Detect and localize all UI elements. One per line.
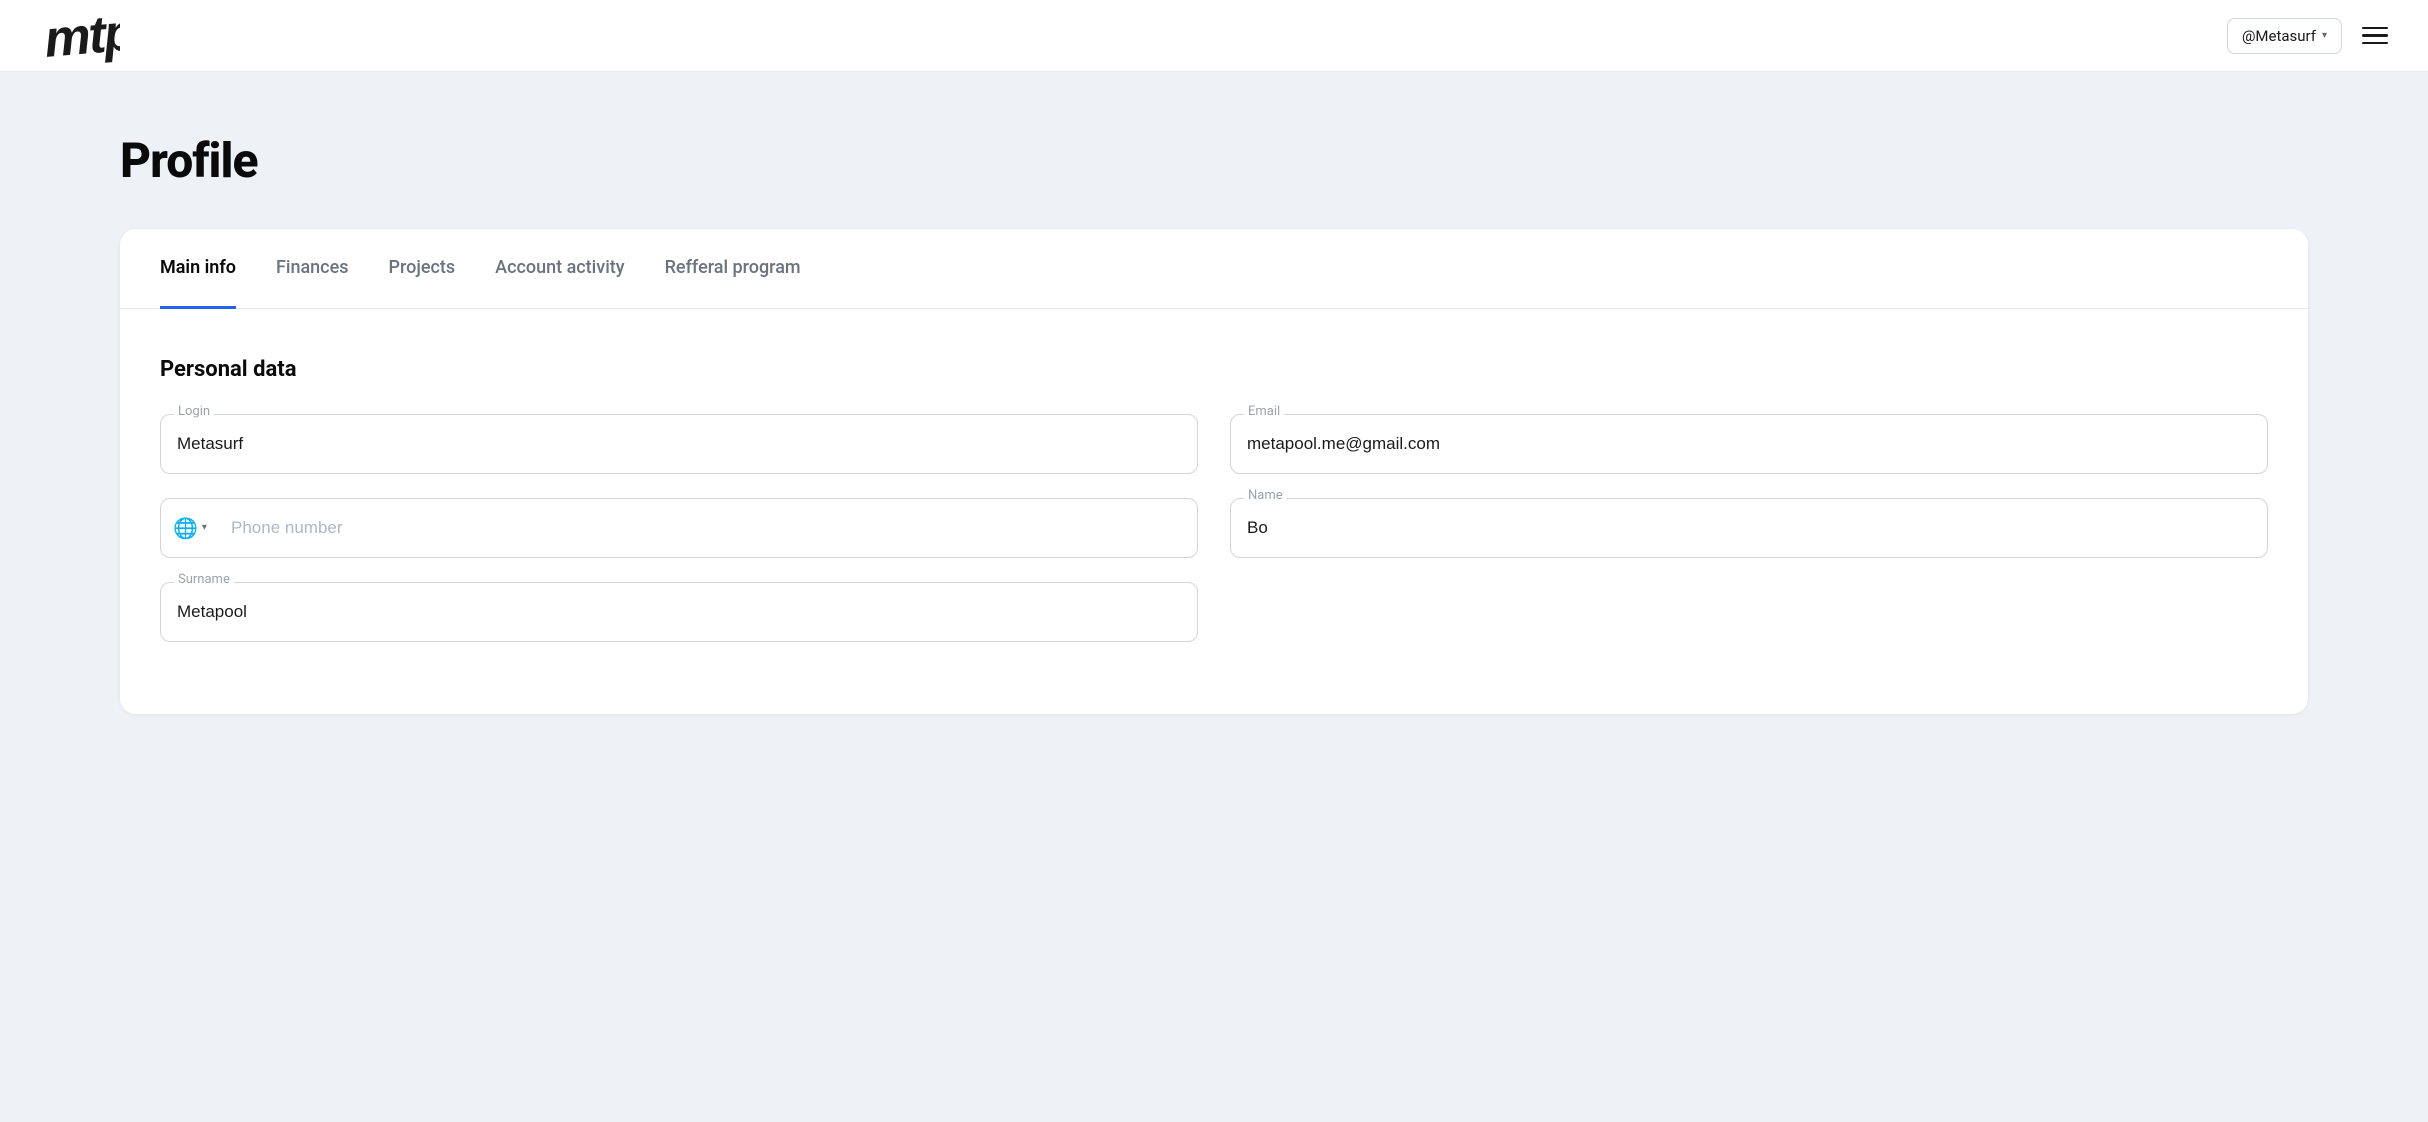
login-input[interactable] <box>160 414 1198 474</box>
tab-main-info[interactable]: Main info <box>160 229 236 309</box>
dropdown-arrow-icon: ▾ <box>2322 30 2327 41</box>
hamburger-line-3 <box>2362 42 2388 45</box>
surname-input[interactable] <box>160 582 1198 642</box>
page-title: Profile <box>120 132 2308 189</box>
header: mtp @Metasurf ▾ <box>0 0 2428 72</box>
tab-finances[interactable]: Finances <box>276 229 349 309</box>
form-row-surname: Surname <box>160 582 2268 642</box>
tab-account-activity[interactable]: Account activity <box>495 229 624 309</box>
hamburger-line-2 <box>2362 34 2388 37</box>
svg-text:mtp: mtp <box>42 3 120 68</box>
user-dropdown[interactable]: @Metasurf ▾ <box>2227 18 2342 54</box>
tab-referral-program[interactable]: Refferal program <box>665 229 801 309</box>
email-field: Email <box>1230 414 2268 474</box>
email-input[interactable] <box>1230 414 2268 474</box>
tabs-nav: Main info Finances Projects Account acti… <box>120 229 2308 309</box>
name-field: Name <box>1230 498 2268 558</box>
card-content: Personal data Login Email 🌐 <box>120 309 2308 714</box>
prefix-dropdown-arrow-icon: ▾ <box>202 522 207 533</box>
logo-text: mtp <box>40 0 120 74</box>
name-input[interactable] <box>1230 498 2268 558</box>
form-row-login-email: Login Email <box>160 414 2268 474</box>
empty-field <box>1230 582 2268 642</box>
tab-projects[interactable]: Projects <box>388 229 455 309</box>
username-label: @Metasurf <box>2242 27 2316 45</box>
profile-card: Main info Finances Projects Account acti… <box>120 229 2308 714</box>
section-title-personal-data: Personal data <box>160 357 2268 382</box>
header-right: @Metasurf ▾ <box>2227 18 2388 54</box>
login-field: Login <box>160 414 1198 474</box>
logo: mtp <box>40 0 120 74</box>
phone-prefix-selector[interactable]: 🌐 ▾ <box>161 516 231 540</box>
hamburger-menu[interactable] <box>2362 27 2388 45</box>
surname-label: Surname <box>174 572 234 587</box>
main-content: Profile Main info Finances Projects Acco… <box>0 72 2428 774</box>
login-label: Login <box>174 404 214 419</box>
hamburger-line-1 <box>2362 27 2388 30</box>
email-label: Email <box>1244 404 1284 419</box>
globe-icon: 🌐 <box>173 516 198 540</box>
name-label: Name <box>1244 488 1287 503</box>
surname-field: Surname <box>160 582 1198 642</box>
phone-input-container: 🌐 ▾ <box>160 498 1198 558</box>
form-row-phone-name: 🌐 ▾ Name <box>160 498 2268 558</box>
phone-field-wrapper: 🌐 ▾ <box>160 498 1198 558</box>
logo-icon: mtp <box>40 0 120 68</box>
phone-input[interactable] <box>231 518 1197 538</box>
